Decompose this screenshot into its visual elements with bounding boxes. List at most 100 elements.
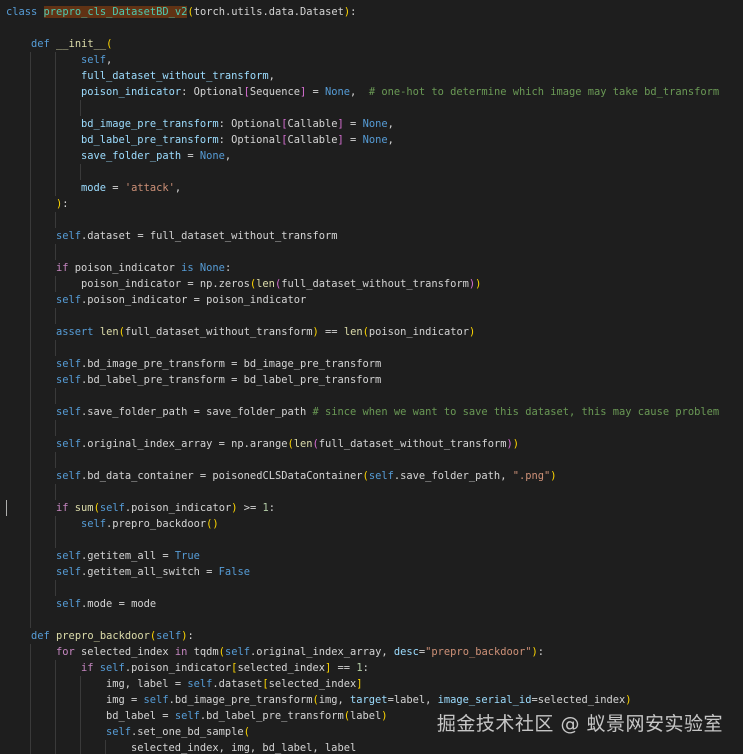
code-token: class [6, 6, 38, 18]
code-line[interactable]: bd_label_pre_transform: Optional[Callabl… [6, 132, 743, 148]
code-line[interactable]: self.bd_image_pre_transform = bd_image_p… [6, 356, 743, 372]
code-line[interactable]: if self.poison_indicator[selected_index]… [6, 660, 743, 676]
code-token: None [362, 118, 388, 130]
code-line[interactable]: self, [6, 52, 743, 68]
indent-guide [30, 52, 31, 68]
code-line[interactable] [6, 484, 743, 500]
code-token: >= [237, 502, 263, 514]
code-line[interactable]: mode = 'attack', [6, 180, 743, 196]
code-line[interactable] [6, 612, 743, 628]
indent-guide [80, 708, 81, 724]
code-line[interactable]: assert len(full_dataset_without_transfor… [6, 324, 743, 340]
code-token: poison_indicator [368, 326, 469, 338]
indent-guide [30, 372, 31, 388]
code-line[interactable]: img = self.bd_image_pre_transform(img, t… [6, 692, 743, 708]
code-line[interactable]: save_folder_path = None, [6, 148, 743, 164]
code-line[interactable]: poison_indicator = np.zeros(len(full_dat… [6, 276, 743, 292]
indent-guide [55, 676, 56, 692]
code-line[interactable]: bd_image_pre_transform: Optional[Callabl… [6, 116, 743, 132]
indent-guide [30, 100, 31, 116]
indent-guide [30, 692, 31, 708]
code-line[interactable]: def __init__( [6, 36, 743, 52]
code-line[interactable] [6, 532, 743, 548]
code-token: self [81, 518, 107, 530]
indent-guide [30, 612, 31, 628]
code-line[interactable] [6, 212, 743, 228]
code-line[interactable]: full_dataset_without_transform, [6, 68, 743, 84]
code-token: : [350, 6, 357, 18]
code-line[interactable]: self.getitem_all_switch = False [6, 564, 743, 580]
code-line[interactable] [6, 100, 743, 116]
code-token: : [268, 502, 276, 514]
indent-guide [30, 660, 31, 676]
code-token: torch.utils.data.Dataset [193, 6, 344, 18]
code-token: : [218, 134, 232, 146]
indent-guide [30, 116, 31, 132]
code-line[interactable] [6, 340, 743, 356]
code-line[interactable]: self.mode = mode [6, 596, 743, 612]
code-line[interactable]: if sum(self.poison_indicator) >= 1: [6, 500, 743, 516]
indent-guide [55, 164, 56, 180]
code-line[interactable] [6, 164, 743, 180]
indent-guide [55, 340, 56, 356]
code-token: def [31, 630, 50, 642]
code-line[interactable]: self.prepro_backdoor() [6, 516, 743, 532]
indent-guide [30, 308, 31, 324]
code-token: selected_index [237, 662, 326, 674]
code-area[interactable]: class prepro_cls_DatasetBD_v2 (torch.util… [6, 4, 743, 754]
code-token: .bd_label_pre_transform = bd_label_pre_t… [81, 374, 382, 386]
indent-guide [30, 532, 31, 548]
code-line[interactable]: class prepro_cls_DatasetBD_v2(torch.util… [6, 4, 743, 20]
code-line[interactable]: selected_index, img, bd_label, label [6, 740, 743, 754]
code-token: .getitem_all = [81, 550, 175, 562]
code-line[interactable]: if poison_indicator is None: [6, 260, 743, 276]
indent-guide [30, 484, 31, 500]
code-token: tqdm [187, 646, 219, 658]
code-line[interactable]: poison_indicator: Optional[Sequence] = N… [6, 84, 743, 100]
code-token: self [56, 374, 82, 386]
code-token: ( [243, 726, 250, 738]
code-line[interactable] [6, 420, 743, 436]
code-token: selected_index [74, 646, 175, 658]
code-token: full_dataset_without_transform [281, 278, 469, 290]
code-token: .original_index_array = np.arange [81, 438, 288, 450]
code-line[interactable]: ): [6, 196, 743, 212]
code-token: self [224, 646, 250, 658]
code-line[interactable] [6, 580, 743, 596]
indent-guide [55, 740, 56, 754]
code-token: target [350, 694, 388, 706]
code-line[interactable] [6, 308, 743, 324]
code-editor[interactable]: class prepro_cls_DatasetBD_v2 (torch.util… [0, 0, 743, 754]
code-token: .poison_indicator = poison_indicator [81, 294, 307, 306]
code-token: self [56, 550, 82, 562]
code-line[interactable] [6, 388, 743, 404]
code-token: self [81, 54, 107, 66]
indent-guide [55, 660, 56, 676]
code-line[interactable]: self.getitem_all = True [6, 548, 743, 564]
code-token: ( [106, 38, 113, 50]
indent-guide [55, 116, 56, 132]
code-token: self [156, 630, 182, 642]
code-token: self [368, 470, 394, 482]
code-line[interactable]: for selected_index in tqdm(self.original… [6, 644, 743, 660]
code-token: self [99, 662, 125, 674]
code-line[interactable]: img, label = self.dataset[selected_index… [6, 676, 743, 692]
code-token: if [56, 502, 69, 514]
indent-guide [55, 100, 56, 116]
code-token: : [62, 198, 69, 210]
code-line[interactable]: self.original_index_array = np.arange(le… [6, 436, 743, 452]
code-line[interactable]: self.bd_data_container = poisonedCLSData… [6, 468, 743, 484]
code-line[interactable] [6, 452, 743, 468]
code-token: self [56, 470, 82, 482]
code-line[interactable]: def prepro_backdoor(self): [6, 628, 743, 644]
code-line[interactable] [6, 244, 743, 260]
code-line[interactable]: self.poison_indicator = poison_indicator [6, 292, 743, 308]
code-token: Callable [287, 118, 338, 130]
code-token: # since when we want to save this datase… [312, 406, 720, 418]
code-line[interactable] [6, 20, 743, 36]
code-line[interactable]: self.dataset = full_dataset_without_tran… [6, 228, 743, 244]
code-line[interactable]: self.bd_label_pre_transform = bd_label_p… [6, 372, 743, 388]
code-token: =selected_index [531, 694, 626, 706]
code-line[interactable]: self.save_folder_path = save_folder_path… [6, 404, 743, 420]
